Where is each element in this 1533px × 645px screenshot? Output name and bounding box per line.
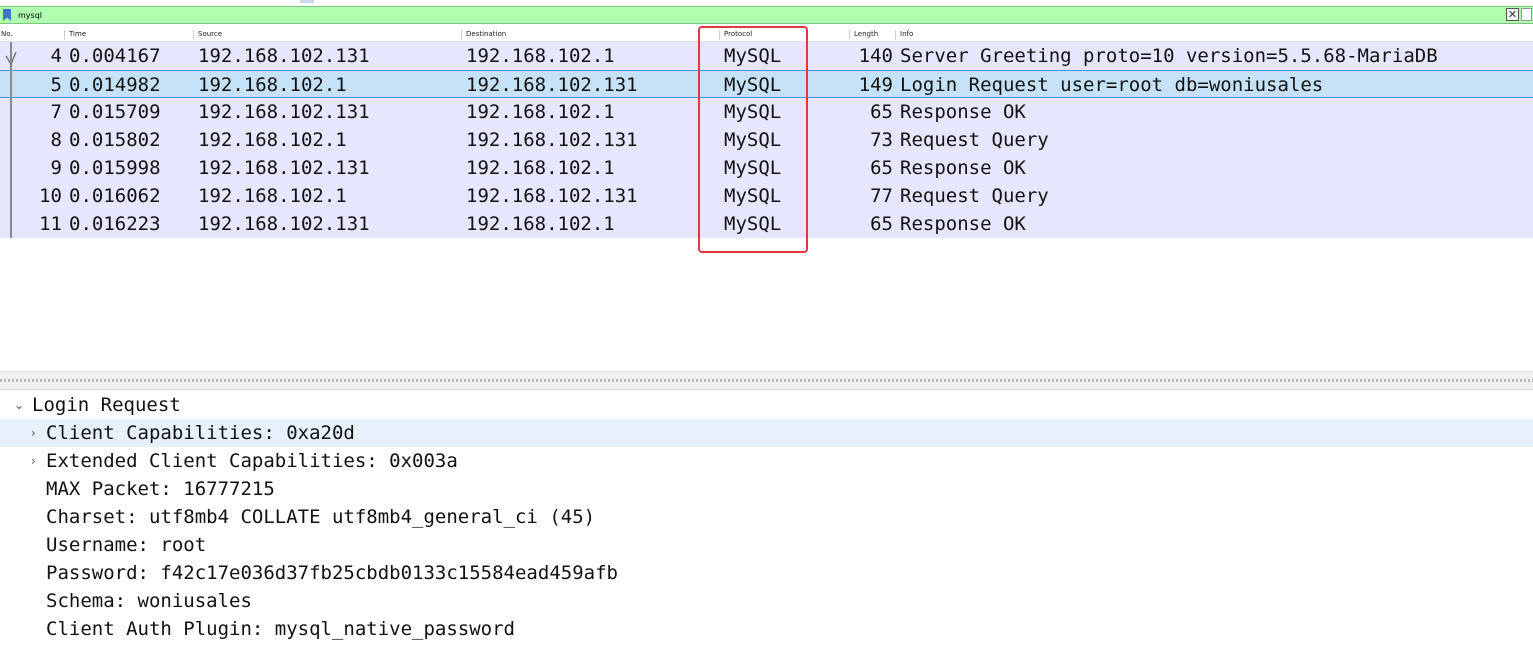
tree-item-label: Schema: woniusales [46,590,252,612]
packet-source: 192.168.102.1 [198,185,347,207]
column-separator[interactable] [193,30,194,40]
tree-item-label: Extended Client Capabilities: 0x003a [46,450,458,472]
packet-info: Server Greeting proto=10 version=5.5.68-… [900,45,1438,67]
bookmark-icon[interactable] [3,9,11,21]
packet-details-tree: ⌄ Login Request › Client Capabilities: 0… [0,391,1533,643]
packet-destination: 192.168.102.1 [466,45,615,67]
packet-destination: 192.168.102.131 [466,74,638,96]
tree-item-label: Username: root [46,534,207,556]
top-tab-indicator [300,0,314,3]
request-arrow-icon [5,52,17,66]
packet-length: 65 [870,157,893,179]
column-time[interactable]: Time [69,30,86,38]
conversation-line [10,42,12,238]
display-filter-bar: ✕ [0,6,1533,24]
column-separator[interactable] [64,30,65,40]
packet-destination: 192.168.102.1 [466,213,615,235]
tree-item-password[interactable]: Password: f42c17e036d37fb25cbdb0133c1558… [0,559,1533,587]
packet-length: 65 [870,101,893,123]
packet-length: 73 [870,129,893,151]
packet-destination: 192.168.102.131 [466,129,638,151]
packet-time: 0.016223 [69,213,161,235]
packet-destination: 192.168.102.1 [466,157,615,179]
packet-time: 0.016062 [69,185,161,207]
column-separator[interactable] [895,30,896,40]
packet-time: 0.015802 [69,129,161,151]
packet-info: Request Query [900,129,1049,151]
splitter-grip[interactable] [0,379,1533,382]
tree-item-auth-plugin[interactable]: Client Auth Plugin: mysql_native_passwor… [0,615,1533,643]
column-destination[interactable]: Destination [466,30,506,38]
tree-item-extended-capabilities[interactable]: › Extended Client Capabilities: 0x003a [0,447,1533,475]
chevron-right-icon[interactable]: › [31,447,36,475]
packet-source: 192.168.102.1 [198,74,347,96]
column-info[interactable]: Info [900,30,913,38]
tree-item-label: Password: f42c17e036d37fb25cbdb0133c1558… [46,562,618,584]
packet-destination: 192.168.102.131 [466,185,638,207]
packet-length: 149 [858,74,893,96]
packet-source: 192.168.102.131 [198,213,370,235]
tree-item-label: Login Request [32,394,181,416]
tree-item-username[interactable]: Username: root [0,531,1533,559]
chevron-right-icon[interactable]: › [31,419,36,447]
packet-time: 0.015998 [69,157,161,179]
column-length[interactable]: Length [854,30,878,38]
packet-source: 192.168.102.131 [198,45,370,67]
packet-length: 140 [858,45,893,67]
tree-item-label: Client Auth Plugin: mysql_native_passwor… [46,618,515,640]
packet-source: 192.168.102.131 [198,157,370,179]
packet-info: Response OK [900,101,1026,123]
protocol-highlight-box [698,26,808,253]
clear-filter-button[interactable]: ✕ [1506,8,1519,21]
column-source[interactable]: Source [198,30,222,38]
tree-item-label: Client Capabilities: 0xa20d [46,422,355,444]
packet-destination: 192.168.102.1 [466,101,615,123]
packet-info: Response OK [900,213,1026,235]
packet-source: 192.168.102.131 [198,101,370,123]
tree-item-label: Charset: utf8mb4 COLLATE utf8mb4_general… [46,506,596,528]
column-no[interactable]: No. [1,30,13,38]
packet-length: 77 [870,185,893,207]
packet-info: Response OK [900,157,1026,179]
packet-time: 0.004167 [69,45,161,67]
column-separator[interactable] [849,30,850,40]
tree-item-client-capabilities[interactable]: › Client Capabilities: 0xa20d [0,419,1533,447]
tree-item-charset[interactable]: Charset: utf8mb4 COLLATE utf8mb4_general… [0,503,1533,531]
filter-expression-button[interactable] [1521,8,1532,21]
tree-item-max-packet[interactable]: MAX Packet: 16777215 [0,475,1533,503]
tree-item-label: MAX Packet: 16777215 [46,478,275,500]
packet-time: 0.015709 [69,101,161,123]
pane-splitter[interactable] [0,371,1533,390]
tree-item-login-request[interactable]: ⌄ Login Request [0,391,1533,419]
packet-time: 0.014982 [69,74,161,96]
packet-info: Login Request user=root db=woniusales [900,74,1324,96]
column-separator[interactable] [461,30,462,40]
display-filter-input[interactable] [18,8,1498,22]
packet-source: 192.168.102.1 [198,129,347,151]
chevron-down-icon[interactable]: ⌄ [14,391,24,419]
tree-item-schema[interactable]: Schema: woniusales [0,587,1533,615]
packet-info: Request Query [900,185,1049,207]
packet-length: 65 [870,213,893,235]
